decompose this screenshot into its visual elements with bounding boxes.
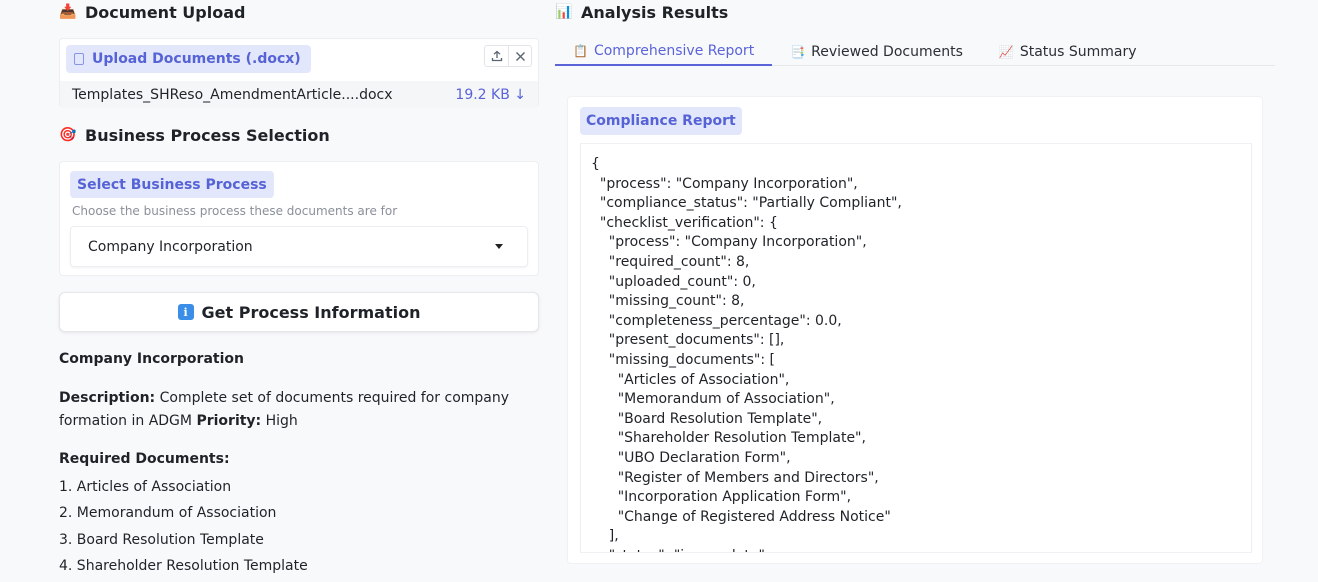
- analysis-results-heading: 📊 Analysis Results: [555, 0, 728, 24]
- file-name: Templates_SHReso_AmendmentArticle....doc…: [72, 86, 393, 103]
- report-line: "Incorporation Application Form",: [591, 489, 852, 506]
- required-documents-heading: Required Documents:: [59, 451, 230, 467]
- report-line: "Articles of Association",: [591, 371, 790, 388]
- report-line: "checklist_verification": {: [591, 214, 778, 231]
- upload-actions: [484, 45, 532, 67]
- report-line: "present_documents": [],: [591, 332, 785, 349]
- list-item: 3. Board Resolution Template: [59, 531, 264, 548]
- list-item: 2. Memorandum of Association: [59, 505, 277, 522]
- upload-dropzone[interactable]: Upload Documents (.docx) Templates_SHRes…: [59, 38, 539, 108]
- upload-label-text: Upload Documents (.docx): [92, 51, 301, 67]
- document-upload-heading: 📥 Document Upload: [59, 0, 539, 24]
- description-label: Description:: [59, 390, 156, 406]
- process-name: Company Incorporation: [59, 351, 244, 367]
- close-icon[interactable]: [508, 46, 531, 66]
- business-process-title: Business Process Selection: [85, 125, 330, 145]
- compliance-report-panel: Compliance Report { "process": "Company …: [567, 96, 1263, 564]
- info-icon: i: [177, 304, 194, 320]
- trend-chart-icon: 📈: [998, 45, 1014, 59]
- report-line: "completeness_percentage": 0.0,: [591, 312, 842, 329]
- report-line: "status": "incomplete": [591, 547, 1241, 552]
- tab-label: Status Summary: [1019, 44, 1137, 60]
- analysis-results-title: Analysis Results: [581, 2, 729, 22]
- report-line: "Change of Registered Address Notice": [591, 508, 891, 525]
- report-line: "required_count": 8,: [591, 253, 750, 270]
- document-icon: 📑: [790, 45, 806, 59]
- report-line: "UBO Declaration Form",: [591, 449, 791, 466]
- tab-label: Reviewed Documents: [811, 44, 963, 60]
- process-description: Description: Complete set of documents r…: [59, 387, 539, 433]
- file-icon: [74, 53, 84, 65]
- uploaded-file-row[interactable]: Templates_SHReso_AmendmentArticle....doc…: [60, 81, 538, 108]
- report-line: ],: [591, 528, 619, 545]
- upload-label: Upload Documents (.docx): [66, 45, 311, 73]
- report-line: "Memorandum of Association",: [591, 391, 835, 408]
- compliance-report-label: Compliance Report: [580, 107, 742, 135]
- process-information: Company Incorporation Description: Compl…: [59, 348, 539, 582]
- file-size-download-link[interactable]: 19.2 KB ↓: [455, 87, 526, 103]
- chevron-down-icon: [495, 244, 503, 249]
- get-process-information-label: Get Process Information: [201, 302, 421, 322]
- left-panel: 📥 Document Upload Upload Documents (.doc…: [59, 0, 539, 574]
- compliance-report-json[interactable]: { "process": "Company Incorporation", "c…: [580, 143, 1252, 553]
- inbox-tray-icon: 📥: [59, 4, 77, 20]
- business-process-dropdown[interactable]: Company Incorporation: [70, 226, 528, 267]
- business-process-label: Select Business Process: [70, 171, 274, 198]
- report-line: "Register of Members and Directors",: [591, 469, 879, 486]
- report-line: "process": "Company Incorporation",: [591, 175, 858, 192]
- report-line: "missing_documents": [: [591, 351, 776, 368]
- business-process-hint: Choose the business process these docume…: [72, 204, 398, 218]
- tab-status-summary[interactable]: 📈 Status Summary: [981, 38, 1155, 66]
- results-tabs: 📋 Comprehensive Report 📑 Reviewed Docume…: [555, 38, 1275, 66]
- list-item: 1. Articles of Association: [59, 479, 232, 495]
- get-process-information-button[interactable]: i Get Process Information: [59, 292, 539, 332]
- report-line: "uploaded_count": 0,: [591, 273, 756, 290]
- target-icon: 🎯: [59, 127, 77, 143]
- clipboard-icon: 📋: [573, 44, 588, 58]
- document-upload-title: Document Upload: [85, 2, 246, 22]
- report-line: "compliance_status": "Partially Complian…: [591, 195, 902, 212]
- dropdown-selected-value: Company Incorporation: [88, 238, 253, 255]
- upload-icon[interactable]: [485, 46, 508, 66]
- report-line: "process": "Company Incorporation",: [591, 234, 867, 251]
- tab-reviewed-documents[interactable]: 📑 Reviewed Documents: [772, 38, 981, 66]
- priority-label: Priority:: [196, 413, 262, 429]
- business-process-panel: Select Business Process Choose the busin…: [59, 161, 539, 276]
- required-documents-list: 1. Articles of Association 2. Memorandum…: [59, 476, 539, 582]
- report-line: "missing_count": 8,: [591, 293, 745, 310]
- report-line: "Shareholder Resolution Template",: [591, 430, 866, 447]
- tab-comprehensive-report[interactable]: 📋 Comprehensive Report: [555, 38, 773, 66]
- business-process-heading: 🎯 Business Process Selection: [59, 123, 330, 147]
- bar-chart-icon: 📊: [555, 4, 573, 20]
- report-line: "Board Resolution Template",: [591, 410, 823, 427]
- report-line: {: [591, 156, 600, 172]
- tab-label: Comprehensive Report: [593, 43, 755, 59]
- priority-value: High: [265, 413, 298, 429]
